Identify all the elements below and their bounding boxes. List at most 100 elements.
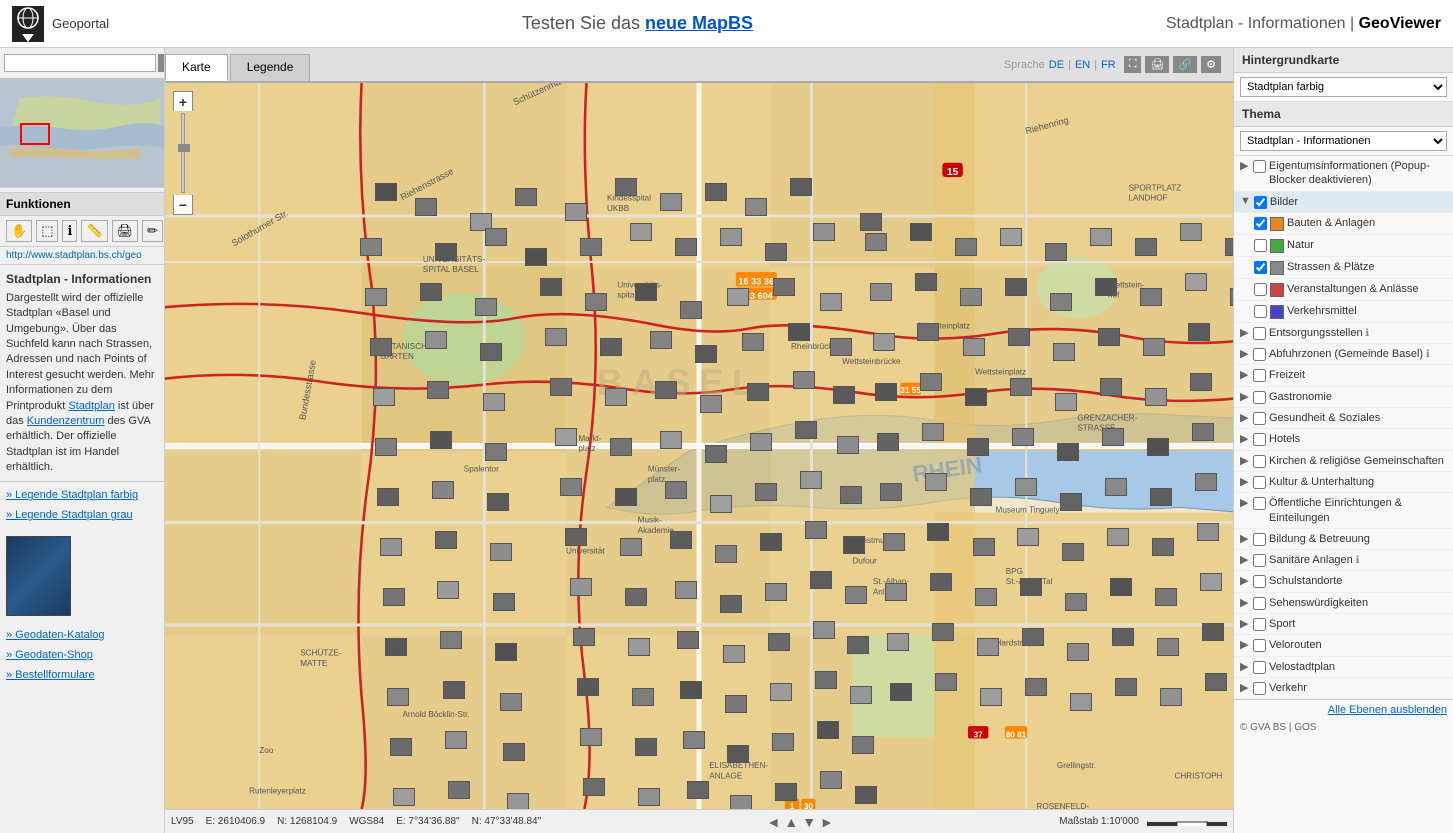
nav-arrow-right[interactable]: ► xyxy=(820,814,834,830)
layer-tree-item-entsorgung[interactable]: ▶Entsorgungsstellen ℹ xyxy=(1234,323,1453,344)
layer-tree-item-kultur[interactable]: ▶Kultur & Unterhaltung xyxy=(1234,472,1453,493)
expand-icon-freizeit[interactable]: ▶ xyxy=(1240,368,1250,381)
checkbox-entsorgung[interactable] xyxy=(1253,327,1266,340)
lang-en-link[interactable]: EN xyxy=(1075,59,1090,71)
legende-grau-link[interactable]: » Legende Stadtplan grau xyxy=(6,506,158,526)
zoom-handle[interactable] xyxy=(178,144,190,152)
sub-checkbox[interactable] xyxy=(1254,217,1267,230)
layer-tree-item-oeffentlich[interactable]: ▶Öffentliche Einrichtungen & Einteilunge… xyxy=(1234,493,1453,529)
new-mapbs-link[interactable]: neue MapBS xyxy=(645,13,753,33)
measure-tool-button[interactable]: 📏 xyxy=(81,220,107,242)
settings-button[interactable]: ⚙ xyxy=(1201,56,1221,73)
layer-tree-item-kirchen[interactable]: ▶Kirchen & religiöse Gemeinschaften xyxy=(1234,451,1453,472)
checkbox-schulstandorte[interactable] xyxy=(1253,575,1266,588)
zoom-in-button[interactable]: + xyxy=(173,91,193,111)
nav-arrow-up[interactable]: ▲ xyxy=(784,814,798,830)
checkbox-sport[interactable] xyxy=(1253,618,1266,631)
layer-tree-item-schulstandorte[interactable]: ▶Schulstandorte xyxy=(1234,571,1453,592)
expand-icon-velorouten[interactable]: ▶ xyxy=(1240,638,1250,651)
geodaten-katalog-link[interactable]: » Geodaten-Katalog xyxy=(6,626,158,646)
checkbox-hotels[interactable] xyxy=(1253,433,1266,446)
expand-icon-eigentum[interactable]: ▶ xyxy=(1240,159,1250,172)
nav-arrow-left[interactable]: ◄ xyxy=(766,814,780,830)
layer-sub-item[interactable]: Strassen & Plätze xyxy=(1234,257,1453,279)
map-viewport[interactable]: 15 16 33 36 603 604 31 55 37 80 81 1 30 … xyxy=(165,83,1233,809)
checkbox-gastronomie[interactable] xyxy=(1253,391,1266,404)
checkbox-velorouten[interactable] xyxy=(1253,639,1266,652)
expand-icon-sanitaer[interactable]: ▶ xyxy=(1240,553,1250,566)
checkbox-freizeit[interactable] xyxy=(1253,369,1266,382)
lang-de-link[interactable]: DE xyxy=(1049,59,1064,71)
checkbox-kirchen[interactable] xyxy=(1253,455,1266,468)
tab-legende[interactable]: Legende xyxy=(230,54,311,81)
expand-icon-hotels[interactable]: ▶ xyxy=(1240,432,1250,445)
sub-checkbox[interactable] xyxy=(1254,283,1267,296)
checkbox-kultur[interactable] xyxy=(1253,476,1266,489)
geodaten-shop-link[interactable]: » Geodaten-Shop xyxy=(6,646,158,666)
zoom-track[interactable] xyxy=(181,113,185,193)
expand-icon-schulstandorte[interactable]: ▶ xyxy=(1240,574,1250,587)
expand-icon-sehensw[interactable]: ▶ xyxy=(1240,596,1250,609)
checkbox-velostadtplan[interactable] xyxy=(1253,661,1266,674)
expand-icon-bildung[interactable]: ▶ xyxy=(1240,532,1250,545)
layer-tree-item-velostadtplan[interactable]: ▶Velostadtplan xyxy=(1234,657,1453,678)
stadtplan-link-inline[interactable]: Stadtplan xyxy=(68,400,114,412)
info-icon-sanitaer[interactable]: ℹ xyxy=(1353,555,1360,566)
layer-tree-item-velorouten[interactable]: ▶Velorouten xyxy=(1234,635,1453,656)
layer-tree-item-freizeit[interactable]: ▶Freizeit xyxy=(1234,365,1453,386)
layer-tree-item-gesundheit[interactable]: ▶Gesundheit & Soziales xyxy=(1234,408,1453,429)
expand-icon-bilder[interactable]: ▼ xyxy=(1240,195,1251,207)
info-tool-button[interactable]: ℹ xyxy=(62,220,77,242)
checkbox-sehensw[interactable] xyxy=(1253,597,1266,610)
zoom-out-button[interactable]: − xyxy=(173,195,193,215)
expand-icon-verkehr[interactable]: ▶ xyxy=(1240,681,1250,694)
sub-checkbox[interactable] xyxy=(1254,261,1267,274)
hide-all-button[interactable]: Alle Ebenen ausblenden xyxy=(1234,699,1453,720)
stadtplan-link[interactable]: http://www.stadtplan.bs.ch/geo xyxy=(0,247,164,265)
layer-sub-item[interactable]: Verkehrsmittel xyxy=(1234,301,1453,323)
layer-tree-item-bilder[interactable]: ▼Bilder xyxy=(1234,192,1453,213)
layer-tree-item-verkehr[interactable]: ▶Verkehr xyxy=(1234,678,1453,699)
expand-icon-entsorgung[interactable]: ▶ xyxy=(1240,326,1250,339)
checkbox-bildung[interactable] xyxy=(1253,533,1266,546)
expand-icon-gastronomie[interactable]: ▶ xyxy=(1240,390,1250,403)
tab-karte[interactable]: Karte xyxy=(165,54,228,81)
layer-tree-item-sport[interactable]: ▶Sport xyxy=(1234,614,1453,635)
layer-tree-item-gastronomie[interactable]: ▶Gastronomie xyxy=(1234,387,1453,408)
thema-dropdown[interactable]: Stadtplan - Informationen Freizeit Kultu… xyxy=(1240,131,1447,151)
layer-tree-item-hotels[interactable]: ▶Hotels xyxy=(1234,429,1453,450)
lang-fr-link[interactable]: FR xyxy=(1101,59,1116,71)
layer-tree-item-bildung[interactable]: ▶Bildung & Betreuung xyxy=(1234,529,1453,550)
select-tool-button[interactable]: ⬚ xyxy=(36,220,58,242)
bestellformulare-link[interactable]: » Bestellformulare xyxy=(6,666,158,686)
nav-arrow-down[interactable]: ▼ xyxy=(802,814,816,830)
expand-icon-gesundheit[interactable]: ▶ xyxy=(1240,411,1250,424)
info-icon-abfuhr[interactable]: ℹ xyxy=(1423,349,1430,360)
info-icon-entsorgung[interactable]: ℹ xyxy=(1363,328,1370,339)
minimap[interactable] xyxy=(0,78,164,188)
print-tool-button[interactable]: 🖨 xyxy=(112,220,139,242)
pan-tool-button[interactable]: ✋ xyxy=(6,220,32,242)
expand-icon-velostadtplan[interactable]: ▶ xyxy=(1240,660,1250,673)
legende-farbig-link[interactable]: » Legende Stadtplan farbig xyxy=(6,486,158,506)
checkbox-bilder[interactable] xyxy=(1254,196,1267,209)
layer-tree-item-sehensw[interactable]: ▶Sehenswürdigkeiten xyxy=(1234,593,1453,614)
kundenzentrum-link[interactable]: Kundenzentrum xyxy=(27,415,105,427)
layer-sub-item[interactable]: Natur xyxy=(1234,235,1453,257)
layer-sub-item[interactable]: Bauten & Anlagen xyxy=(1234,213,1453,235)
fullscreen-button[interactable]: ⛶ xyxy=(1124,56,1142,73)
checkbox-verkehr[interactable] xyxy=(1253,682,1266,695)
sub-checkbox[interactable] xyxy=(1254,305,1267,318)
checkbox-eigentum[interactable] xyxy=(1253,160,1266,173)
hintergrundkarte-dropdown[interactable]: Stadtplan farbig Stadtplan grau Luftbild xyxy=(1240,77,1447,97)
expand-icon-abfuhr[interactable]: ▶ xyxy=(1240,347,1250,360)
print-map-button[interactable]: 🖨 xyxy=(1145,56,1169,73)
search-button[interactable]: 🔍 xyxy=(158,54,165,72)
share-button[interactable]: 🔗 xyxy=(1173,56,1197,73)
layer-sub-item[interactable]: Veranstaltungen & Anlässe xyxy=(1234,279,1453,301)
checkbox-sanitaer[interactable] xyxy=(1253,554,1266,567)
expand-icon-kirchen[interactable]: ▶ xyxy=(1240,454,1250,467)
search-input[interactable] xyxy=(4,54,156,72)
draw-tool-button[interactable]: ✏ xyxy=(142,220,163,242)
expand-icon-kultur[interactable]: ▶ xyxy=(1240,475,1250,488)
